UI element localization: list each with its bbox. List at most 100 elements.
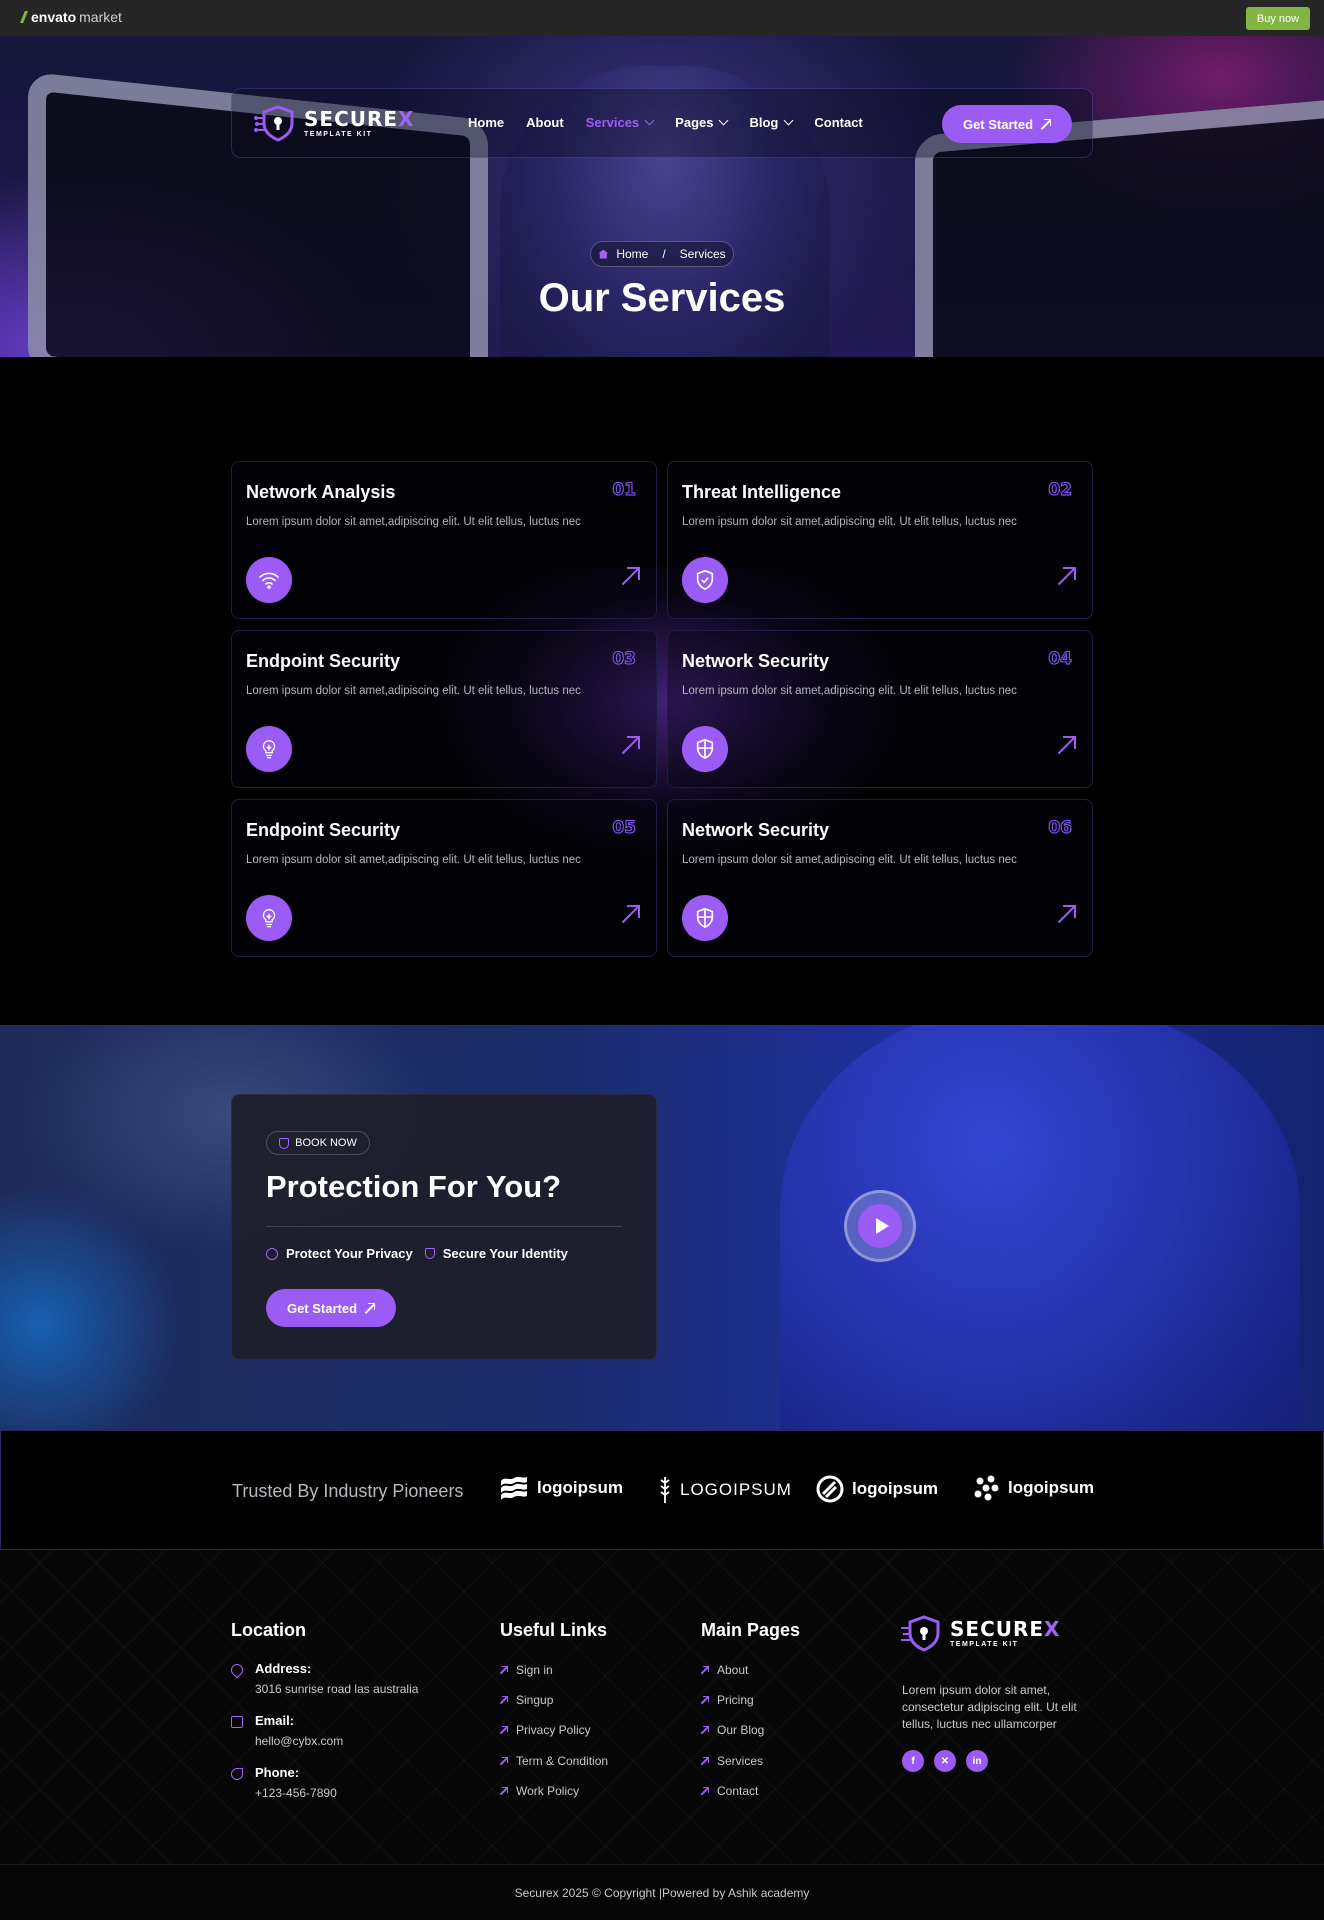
buy-now-button[interactable]: Buy now — [1246, 7, 1310, 30]
lock-shield-icon — [254, 105, 294, 142]
booking-section: BOOK NOW Protection For You? Protect You… — [0, 1025, 1324, 1430]
brand-tagline: TEMPLATE KIT — [304, 130, 373, 138]
service-card[interactable]: Network Analysis 01 Lorem ipsum dolor si… — [231, 461, 657, 619]
booking-get-started-button[interactable]: Get Started — [266, 1289, 396, 1327]
play-video-button[interactable] — [844, 1190, 916, 1262]
arrow-up-right-icon[interactable] — [622, 905, 640, 928]
service-card[interactable]: Threat Intelligence 02 Lorem ipsum dolor… — [667, 461, 1093, 619]
arrow-up-right-icon — [500, 1787, 508, 1795]
service-card[interactable]: Endpoint Security 03 Lorem ipsum dolor s… — [231, 630, 657, 788]
envato-brand: envato — [31, 9, 77, 25]
envato-leaf-icon — [20, 11, 28, 23]
arrow-up-right-icon[interactable] — [622, 567, 640, 590]
service-description: Lorem ipsum dolor sit amet,adipiscing el… — [246, 685, 581, 697]
feature-privacy: Protect Your Privacy — [266, 1246, 413, 1261]
envato-brand-suffix: market — [79, 9, 122, 25]
mail-icon — [231, 1716, 243, 1728]
arrow-up-right-icon[interactable] — [1058, 905, 1076, 928]
x-icon[interactable]: ✕ — [934, 1750, 956, 1772]
service-description: Lorem ipsum dolor sit amet,adipiscing el… — [682, 854, 1017, 866]
nav-menu: Home About Services Pages Blog Contact — [468, 115, 863, 130]
service-number: 03 — [612, 648, 637, 669]
nav-item-blog[interactable]: Blog — [749, 115, 794, 130]
arrow-up-right-icon — [500, 1757, 508, 1765]
waves-logo-icon — [501, 1476, 527, 1500]
service-title: Network Security — [682, 820, 830, 840]
shield-icon — [279, 1137, 290, 1149]
nav-item-contact[interactable]: Contact — [814, 115, 862, 130]
lightbulb-icon — [246, 895, 292, 941]
footer-link-work-policy[interactable]: Work Policy — [500, 1784, 579, 1798]
breadcrumb-home[interactable]: Home — [616, 247, 648, 261]
brand-logo[interactable]: SECUREX TEMPLATE KIT — [254, 104, 414, 142]
arrow-up-right-icon — [701, 1726, 709, 1734]
footer-link-sign-in[interactable]: Sign in — [500, 1663, 553, 1677]
nav-item-about[interactable]: About — [526, 115, 564, 130]
arrow-up-right-icon — [500, 1696, 508, 1704]
service-card[interactable]: Network Security 04 Lorem ipsum dolor si… — [667, 630, 1093, 788]
footer-link-blog[interactable]: Our Blog — [701, 1723, 764, 1737]
nav-get-started-label: Get Started — [962, 116, 1034, 132]
service-card[interactable]: Endpoint Security 05 Lorem ipsum dolor s… — [231, 799, 657, 957]
map-pin-icon — [228, 1661, 246, 1679]
footer-about-text: Lorem ipsum dolor sit amet, consectetur … — [902, 1683, 1077, 1731]
arrow-up-right-icon — [500, 1726, 508, 1734]
booking-card: BOOK NOW Protection For You? Protect You… — [231, 1094, 657, 1360]
chevron-down-icon — [719, 115, 729, 126]
arrow-up-right-icon — [701, 1757, 709, 1765]
footer-link-signup[interactable]: Singup — [500, 1693, 553, 1707]
circle-logo-icon — [816, 1475, 844, 1503]
arrow-up-right-icon[interactable] — [622, 736, 640, 759]
nav-item-home[interactable]: Home — [468, 115, 504, 130]
breadcrumb: Home / Services — [590, 241, 734, 267]
footer-email: Email: hello@cybx.com — [255, 1713, 344, 1748]
arrow-up-right-icon[interactable] — [1058, 736, 1076, 759]
trusted-section: Trusted By Industry Pioneers logoipsum L… — [0, 1430, 1324, 1550]
service-title: Endpoint Security — [246, 820, 401, 840]
footer-link-pricing[interactable]: Pricing — [701, 1693, 754, 1707]
service-description: Lorem ipsum dolor sit amet,adipiscing el… — [682, 516, 1017, 528]
copyright: Securex 2025 © Copyright |Powered by Ash… — [0, 1864, 1324, 1920]
linkedin-icon[interactable]: in — [966, 1750, 988, 1772]
arrow-up-right-icon — [1041, 119, 1052, 129]
envato-bar: envato market Buy now — [0, 0, 1324, 36]
shield-icon — [682, 895, 728, 941]
envato-logo[interactable]: envato market — [20, 9, 122, 25]
partner-logo: LOGOIPSUM — [658, 1475, 792, 1505]
wheat-logo-icon — [660, 1477, 670, 1503]
partner-logo: logoipsum — [499, 1475, 623, 1501]
footer-link-contact[interactable]: Contact — [701, 1784, 758, 1798]
divider — [266, 1226, 622, 1227]
globe-icon — [266, 1247, 278, 1260]
home-icon — [598, 249, 609, 259]
footer-brand-logo[interactable]: SECUREX TEMPLATE KIT — [900, 1614, 1060, 1652]
play-icon — [875, 1218, 889, 1234]
lightbulb-icon — [246, 726, 292, 772]
service-title: Threat Intelligence — [682, 482, 842, 502]
services-section: Network Analysis 01 Lorem ipsum dolor si… — [0, 357, 1324, 1025]
footer-link-privacy[interactable]: Privacy Policy — [500, 1723, 591, 1737]
footer-link-about[interactable]: About — [701, 1663, 748, 1677]
service-title: Network Analysis — [246, 482, 396, 502]
arrow-up-right-icon[interactable] — [1058, 567, 1076, 590]
booking-features: Protect Your Privacy Secure Your Identit… — [266, 1246, 568, 1261]
facebook-icon[interactable]: f — [902, 1750, 924, 1772]
nav-item-pages[interactable]: Pages — [675, 115, 729, 130]
feature-identity: Secure Your Identity — [424, 1246, 568, 1261]
lock-shield-icon — [901, 1615, 940, 1652]
page-title: Our Services — [538, 276, 786, 320]
footer: Location Address: 3016 sunrise road las a… — [0, 1550, 1324, 1864]
arrow-up-right-icon — [365, 1303, 376, 1313]
main-navbar: SECUREX TEMPLATE KIT Home About Services… — [231, 88, 1093, 158]
nav-get-started-button[interactable]: Get Started — [942, 105, 1072, 143]
service-card[interactable]: Network Security 06 Lorem ipsum dolor si… — [667, 799, 1093, 957]
chevron-down-icon — [644, 115, 655, 126]
footer-address: Address: 3016 sunrise road las australia — [255, 1661, 419, 1696]
nav-item-services[interactable]: Services — [586, 115, 655, 130]
footer-link-services[interactable]: Services — [701, 1754, 763, 1768]
breadcrumb-separator: / — [662, 247, 666, 261]
service-number: 05 — [612, 817, 637, 838]
footer-link-terms[interactable]: Term & Condition — [500, 1754, 608, 1768]
partner-logo: logoipsum — [974, 1475, 1094, 1501]
footer-useful-links-heading: Useful Links — [500, 1620, 608, 1640]
